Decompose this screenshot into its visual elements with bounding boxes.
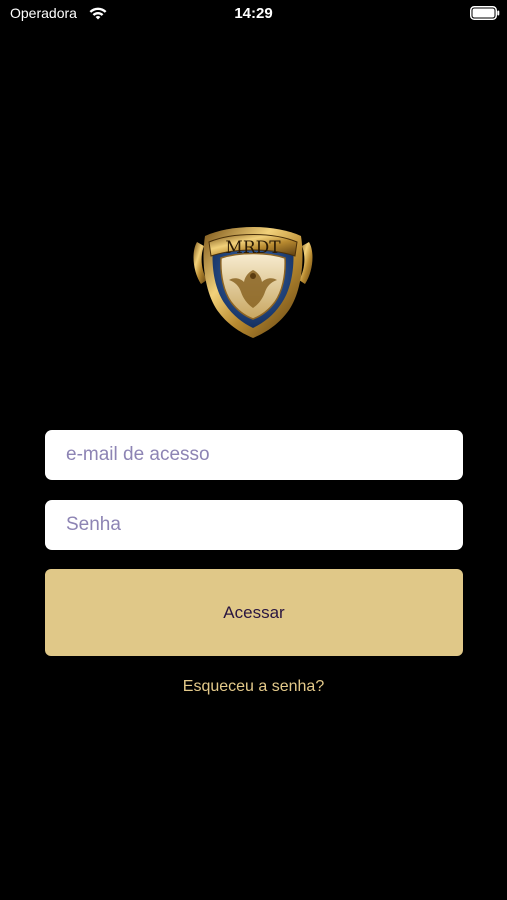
email-input[interactable] — [66, 430, 463, 480]
status-bar: Operadora 14:29 — [0, 0, 507, 30]
forgot-password-link[interactable]: Esqueceu a senha? — [0, 678, 507, 696]
login-button[interactable]: Acessar — [45, 569, 463, 656]
clock: 14:29 — [234, 5, 273, 22]
password-input[interactable] — [66, 500, 463, 550]
logo-text: MRDT — [225, 238, 281, 258]
password-field[interactable] — [45, 500, 463, 550]
mrdt-logo: MRDT — [193, 227, 313, 338]
battery-icon — [470, 6, 500, 20]
email-field[interactable] — [45, 430, 463, 480]
